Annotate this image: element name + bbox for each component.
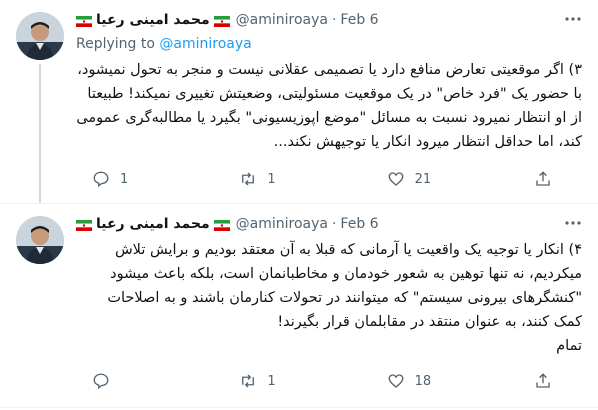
tweet-header: محمد امینی رعیا @aminiroaya · Feb 6 [76,10,582,30]
tweet-actions: 1 1 21 [92,170,566,188]
tweet-date[interactable]: Feb 6 [340,12,378,28]
more-horizontal-icon[interactable] [564,10,582,32]
retweet-count: 1 [267,373,276,389]
retweet-button[interactable]: 1 [239,372,339,390]
tweet-date[interactable]: Feb 6 [340,216,378,232]
reply-button[interactable] [92,372,192,390]
profile-photo-icon [16,12,64,60]
tweet-1[interactable]: محمد امینی رعیا @aminiroaya · Feb 6 Repl… [0,0,598,204]
reply-count: 1 [120,171,129,187]
iran-flag-icon [213,15,230,27]
replying-to: Replying to @aminiroaya [76,36,582,52]
iran-flag-icon [76,219,92,231]
more-horizontal-icon[interactable] [564,214,582,236]
iran-flag-icon [76,15,92,27]
share-button[interactable] [534,372,552,390]
thread-line [39,64,41,203]
replying-prefix: Replying to [76,36,155,52]
tweet-header: محمد امینی رعیا @aminiroaya · Feb 6 [76,214,582,234]
avatar[interactable] [16,216,64,264]
retweet-icon [242,374,255,388]
author-handle[interactable]: @aminiroaya [236,216,328,232]
replying-to-link[interactable]: @aminiroaya [159,36,251,52]
reply-icon [93,171,109,188]
retweet-button[interactable]: 1 [239,170,339,188]
author-handle[interactable]: @aminiroaya [236,12,328,28]
heart-icon [388,172,404,186]
separator-dot: · [331,12,337,28]
iran-flag-icon [213,219,230,231]
share-icon [536,373,550,388]
author-name[interactable]: محمد امینی رعیا [96,216,210,232]
reply-icon [93,373,109,390]
retweet-icon [242,172,255,186]
like-count: 21 [414,171,432,187]
profile-photo-icon [16,216,64,264]
avatar[interactable] [16,12,64,60]
share-icon [536,171,550,186]
tweet-text: ۴) انکار یا توجیه یک واقعیت یا آرمانی که… [107,242,582,354]
tweet-text: ۳) اگر موقعیتی تعارض منافع دارد یا تصمیم… [71,62,582,150]
separator-dot: · [331,216,337,232]
author-name[interactable]: محمد امینی رعیا [96,12,210,28]
like-button[interactable]: 18 [387,372,487,390]
share-button[interactable] [534,170,552,188]
retweet-count: 1 [267,171,276,187]
tweet-2[interactable]: محمد امینی رعیا @aminiroaya · Feb 6 ۴) ا… [0,204,598,408]
like-button[interactable]: 21 [387,170,487,188]
tweet-actions: 1 18 [92,372,566,390]
heart-icon [388,374,404,388]
like-count: 18 [414,373,432,389]
reply-button[interactable]: 1 [92,170,192,188]
